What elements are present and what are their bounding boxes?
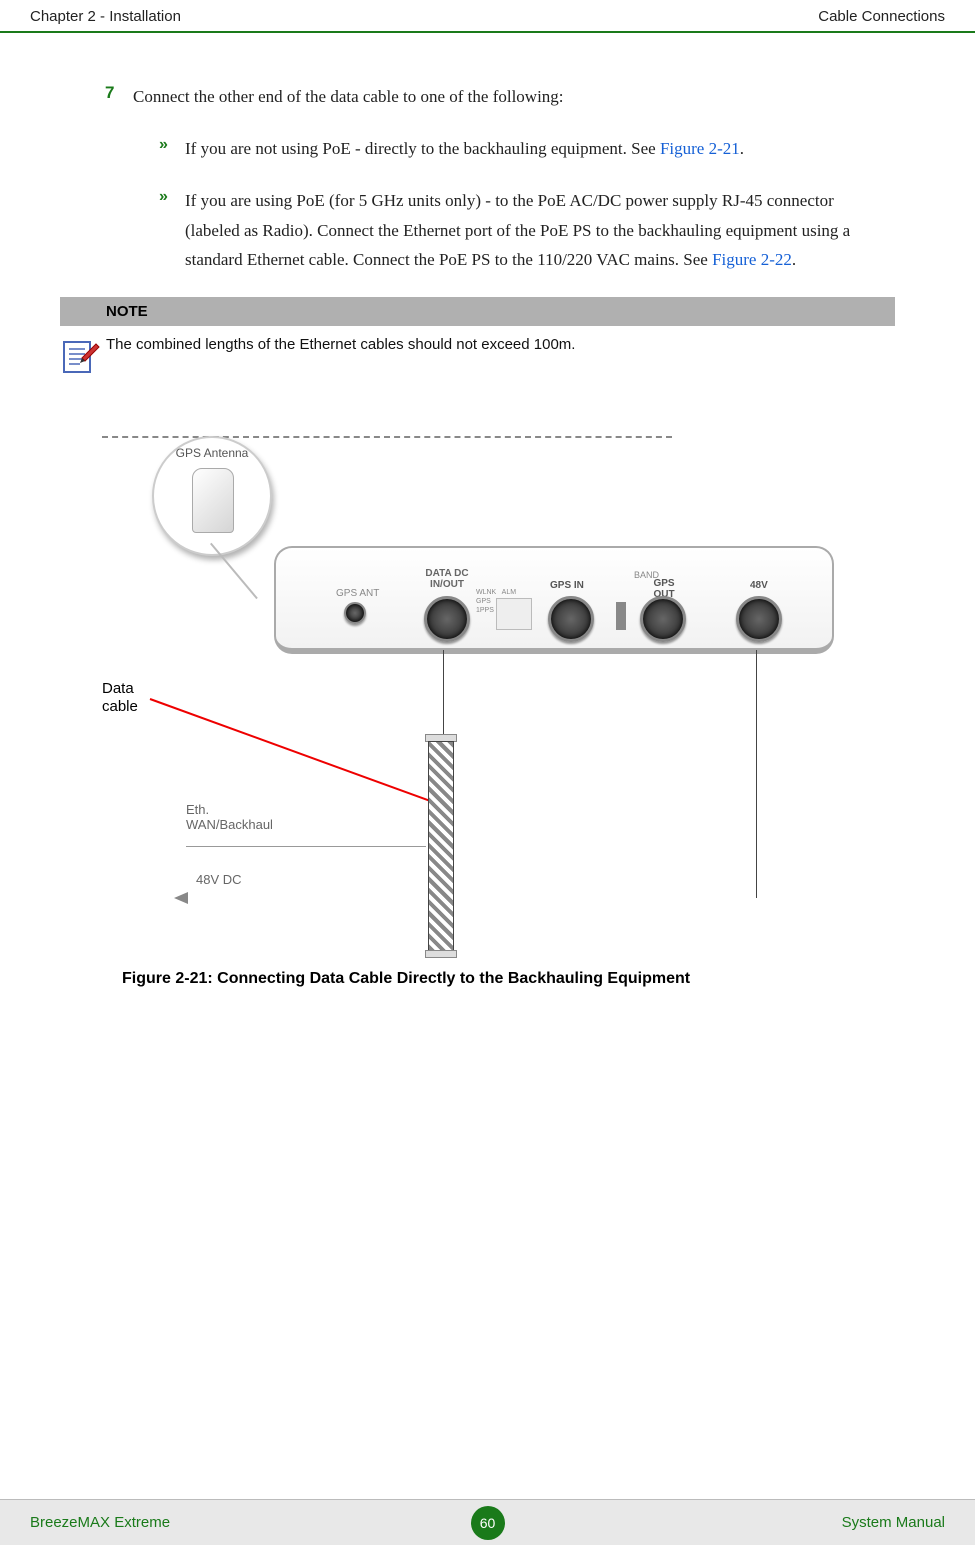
label-48v: 48V: [750, 580, 768, 591]
figure-2-22-link[interactable]: Figure 2-22: [712, 250, 792, 269]
note-icon: [60, 338, 100, 376]
bullet-1-text: If you are not using PoE - directly to t…: [185, 134, 744, 164]
gps-antenna-inset: GPS Antenna: [152, 436, 272, 556]
port-48v: [736, 596, 782, 642]
page-content: 7 Connect the other end of the data cabl…: [0, 33, 975, 1008]
page-number: 60: [471, 1506, 505, 1540]
note-body: The combined lengths of the Ethernet cab…: [60, 326, 895, 376]
port-gps-in: [548, 596, 594, 642]
arrow-48v-icon: [174, 892, 188, 904]
figure-caption: Figure 2-21: Connecting Data Cable Direc…: [122, 970, 915, 988]
annotation-data-cable: Data cable: [102, 680, 138, 716]
bullet-1-after: .: [740, 139, 744, 158]
gps-antenna-icon: [192, 468, 234, 533]
footer-doc-title: System Manual: [842, 1514, 945, 1531]
step-number: 7: [105, 83, 133, 110]
mounting-pole: [428, 741, 454, 951]
step-7: 7 Connect the other end of the data cabl…: [105, 83, 915, 110]
page-footer: BreezeMAX Extreme 60 System Manual: [0, 1499, 975, 1545]
bullet-glyph-icon: »: [159, 186, 185, 275]
footer-product: BreezeMAX Extreme: [30, 1514, 170, 1531]
pole-base: [425, 950, 457, 958]
header-section: Cable Connections: [818, 8, 945, 25]
step-text: Connect the other end of the data cable …: [133, 83, 564, 110]
bullet-1-before: If you are not using PoE - directly to t…: [185, 139, 660, 158]
port-gps-out: [640, 596, 686, 642]
bullet-glyph-icon: »: [159, 134, 185, 164]
wire-48v-vertical: [756, 650, 757, 898]
eth-line: [186, 846, 426, 847]
wire-48v-horizontal: [102, 436, 672, 438]
data-cable-callout-line: [150, 698, 433, 802]
led-block: [496, 598, 532, 630]
figure-2-21-link[interactable]: Figure 2-21: [660, 139, 740, 158]
figure-2-21: Data cable GPS Antenna GPS ANT DATA DC I…: [102, 436, 862, 966]
port-gps-ant: [344, 602, 366, 624]
gps-antenna-label: GPS Antenna: [154, 446, 270, 460]
note-text: The combined lengths of the Ethernet cab…: [106, 336, 575, 353]
bullet-1: » If you are not using PoE - directly to…: [159, 134, 915, 164]
label-data-dc-inout: DATA DC IN/OUT: [412, 568, 482, 590]
note-heading: NOTE: [60, 297, 895, 326]
band-slot: [616, 602, 626, 630]
bullet-2-after: .: [792, 250, 796, 269]
bullet-2-text: If you are using PoE (for 5 GHz units on…: [185, 186, 875, 275]
device-panel: GPS ANT DATA DC IN/OUT GPS IN BAND GPS O…: [274, 546, 834, 654]
label-48vdc: 48V DC: [196, 872, 242, 887]
label-eth-backhaul: Eth. WAN/Backhaul: [186, 802, 273, 832]
port-data-dc: [424, 596, 470, 642]
label-gps-in: GPS IN: [550, 580, 584, 591]
bullet-2: » If you are using PoE (for 5 GHz units …: [159, 186, 915, 275]
page-header: Chapter 2 - Installation Cable Connectio…: [0, 0, 975, 33]
header-chapter: Chapter 2 - Installation: [30, 8, 181, 25]
note-block: NOTE The combined lengths of the Etherne…: [60, 297, 895, 376]
label-gps-ant: GPS ANT: [336, 588, 379, 599]
